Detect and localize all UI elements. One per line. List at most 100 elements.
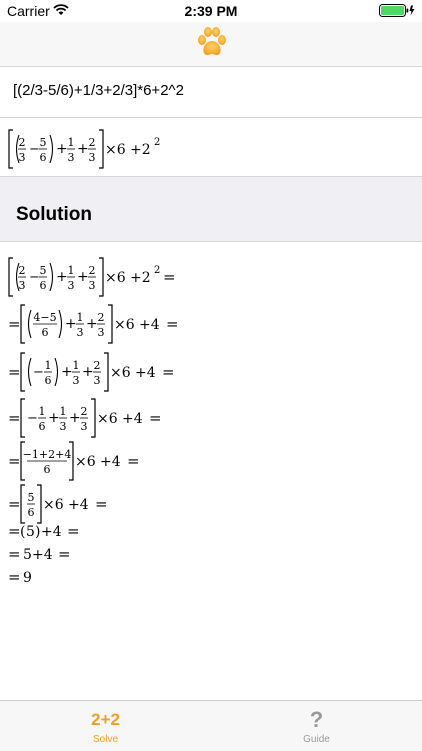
- equals: =: [8, 315, 21, 333]
- tab-bar: 2+2 Solve ? Guide: [0, 700, 422, 751]
- solution-step: = 4−5 6 + 1 3 + 2 3 ×6 +4 =: [8, 304, 179, 344]
- den: 6: [44, 463, 51, 476]
- plus-four: +4: [100, 454, 121, 470]
- op: +: [65, 316, 77, 332]
- den: 3: [77, 326, 84, 339]
- plus-four: +4: [135, 365, 156, 381]
- equals: =: [149, 409, 162, 427]
- num: 1: [73, 359, 80, 372]
- exponent: 2: [154, 137, 160, 148]
- op: −: [33, 365, 44, 380]
- num: 2: [98, 311, 105, 324]
- times-six: ×6: [114, 317, 135, 333]
- solution-step: = −1+2+4 6 ×6 +4 =: [8, 441, 140, 481]
- equals: =: [163, 268, 176, 286]
- equals: =: [8, 452, 21, 470]
- den: 3: [81, 420, 88, 433]
- num: 2: [94, 359, 101, 372]
- solution-header: Solution: [0, 176, 422, 242]
- equals: =: [8, 409, 21, 427]
- num: 2: [81, 405, 88, 418]
- den: 3: [19, 279, 26, 292]
- solution-step: 2 3 − 5 6 + 1 3 + 2 3 ×6 +2 2 =: [8, 257, 176, 297]
- nav-header: [0, 22, 422, 67]
- times-six: ×6: [75, 454, 96, 470]
- plus-four: +4: [32, 547, 53, 563]
- expression-input[interactable]: [(2/3-5/6)+1/3+2/3]*6+2^2: [0, 67, 422, 118]
- den: 6: [42, 326, 49, 339]
- times-six: ×6: [110, 365, 131, 381]
- plus-four: +4: [41, 524, 62, 540]
- op: +: [56, 269, 68, 285]
- equals: =: [8, 522, 21, 540]
- tab-guide[interactable]: ? Guide: [211, 701, 422, 751]
- plus-two: +2: [130, 142, 151, 158]
- num: 5: [40, 264, 47, 277]
- den: 3: [89, 151, 96, 164]
- den: 3: [68, 151, 75, 164]
- expression-text: [(2/3-5/6)+1/3+2/3]*6+2^2: [13, 82, 184, 99]
- num: 1: [77, 311, 84, 324]
- den: 6: [39, 420, 46, 433]
- op: −: [29, 270, 40, 285]
- num: 1: [60, 405, 67, 418]
- value: 5: [26, 524, 35, 540]
- num: 2: [89, 264, 96, 277]
- num: 1: [68, 264, 75, 277]
- battery-icon: [379, 4, 415, 17]
- den: 3: [94, 374, 101, 387]
- times-six: ×6: [105, 142, 126, 158]
- equals: =: [67, 522, 80, 540]
- op: +: [77, 141, 89, 157]
- op: −: [27, 411, 38, 426]
- num: 1: [39, 405, 46, 418]
- num: 2: [89, 136, 96, 149]
- paw-icon: [198, 27, 226, 56]
- num: 5: [28, 491, 35, 504]
- num: 4−5: [33, 311, 56, 324]
- op: +: [56, 141, 68, 157]
- status-bar: Carrier 2:39 PM: [0, 0, 422, 22]
- equals: =: [166, 315, 179, 333]
- tab-solve-label: Solve: [92, 734, 118, 745]
- plus-four: +4: [68, 497, 89, 513]
- plus-two: +2: [130, 270, 151, 286]
- solution-step: = ( 5 ) +4 =: [8, 522, 80, 540]
- num: 1: [68, 136, 75, 149]
- den: 3: [73, 374, 80, 387]
- equals: =: [162, 363, 175, 381]
- plus-four: +4: [139, 317, 160, 333]
- op: +: [82, 364, 94, 380]
- equals: =: [8, 363, 21, 381]
- num: 1: [45, 359, 52, 372]
- den: 6: [28, 506, 35, 519]
- op: −: [29, 142, 40, 157]
- num: −1+2+4: [23, 448, 72, 461]
- solution-step: = 5 +4 =: [8, 545, 71, 563]
- solution-step: = 5 6 ×6 +4 =: [8, 484, 108, 524]
- expression-preview: 2 3 − 5 6 + 1 3 + 2 3 ×6 +2 2: [8, 129, 160, 169]
- equals: =: [127, 452, 140, 470]
- value: 5: [23, 547, 32, 563]
- den: 3: [89, 279, 96, 292]
- den: 6: [40, 151, 47, 164]
- den: 6: [45, 374, 52, 387]
- times-six: ×6: [43, 497, 64, 513]
- tab-solve[interactable]: 2+2 Solve: [0, 701, 211, 751]
- status-time: 2:39 PM: [184, 3, 238, 19]
- num: 2: [19, 136, 26, 149]
- equals: =: [8, 495, 21, 513]
- equals: =: [95, 495, 108, 513]
- tab-guide-label: Guide: [303, 734, 330, 745]
- solution-step: = 9: [8, 568, 32, 586]
- result: 9: [23, 570, 32, 586]
- rparen: ): [35, 524, 40, 540]
- exponent: 2: [154, 265, 160, 276]
- op: +: [86, 316, 98, 332]
- op: +: [48, 410, 60, 426]
- times-six: ×6: [105, 270, 126, 286]
- question-icon: ?: [309, 707, 324, 732]
- equals: =: [58, 545, 71, 563]
- plus-four: +4: [122, 411, 143, 427]
- equals: =: [8, 545, 21, 563]
